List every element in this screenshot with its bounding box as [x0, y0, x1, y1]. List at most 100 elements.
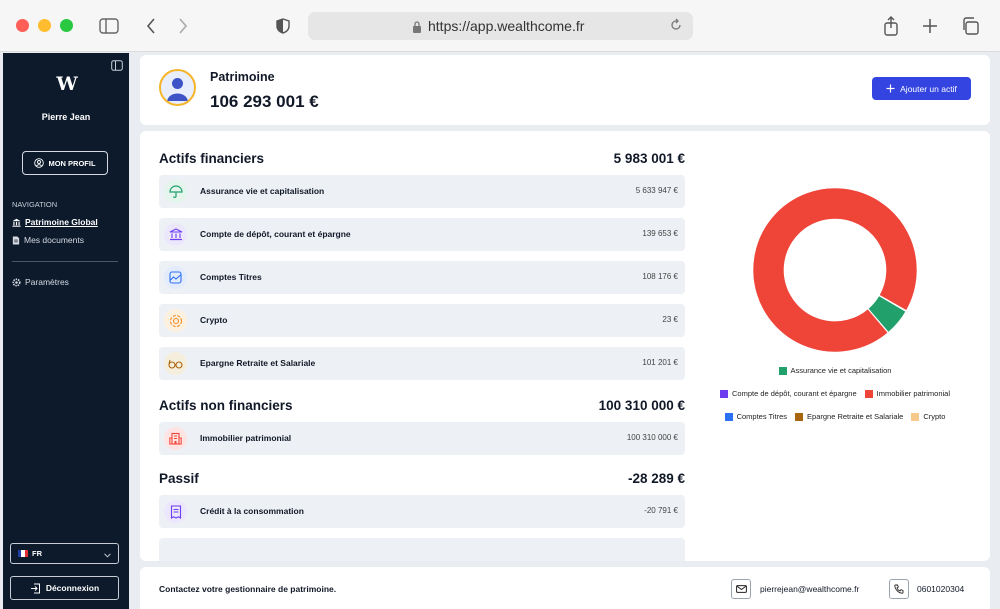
legend-label: Immobilier patrimonial: [876, 389, 951, 398]
nav-divider: [12, 261, 118, 262]
asset-row-value: 101 201 €: [642, 358, 678, 367]
legend-swatch: [864, 389, 873, 398]
address-bar[interactable]: https://app.wealthcome.fr: [308, 12, 693, 40]
lock-icon: [412, 20, 422, 38]
france-flag-icon: [18, 550, 28, 557]
building-icon: [164, 427, 187, 450]
advisor-contact-bar: Contactez votre gestionnaire de patrimoi…: [140, 567, 990, 609]
nav-item-label: Patrimoine Global: [25, 217, 98, 227]
legend-label: Assurance vie et capitalisation: [790, 366, 892, 375]
legend-swatch: [719, 389, 728, 398]
phone-icon[interactable]: [889, 579, 909, 599]
page-title: Patrimoine: [210, 70, 275, 84]
asset-row-label: Assurance vie et capitalisation: [200, 186, 325, 196]
nav-item-mes-documents[interactable]: Mes documents: [12, 235, 84, 245]
assets-panel: Actifs financiers 5 983 001 € Assurance …: [140, 131, 990, 561]
user-name: Pierre Jean: [41, 112, 91, 122]
asset-row-value: 108 176 €: [642, 272, 678, 281]
legend-item[interactable]: Compte de dépôt, courant et épargne: [719, 389, 857, 398]
legend-swatch: [724, 412, 733, 421]
profile-button[interactable]: MON PROFIL: [22, 151, 108, 175]
new-tab-icon[interactable]: [917, 13, 943, 39]
language-select[interactable]: FR: [10, 543, 119, 564]
legend-item[interactable]: Epargne Retraite et Salariale: [795, 412, 903, 421]
sidebar: W Pierre Jean MON PROFIL NAVIGATION Patr…: [3, 53, 129, 609]
financial-assets-total: 5 983 001 €: [613, 151, 685, 166]
logout-label: Déconnexion: [45, 583, 100, 593]
umbrella-icon: [164, 180, 187, 203]
asset-row-label: Epargne Retraite et Salariale: [200, 358, 316, 368]
plus-icon: [886, 84, 895, 93]
add-asset-button[interactable]: Ajouter un actif: [872, 77, 971, 100]
liability-row-label: Crédit à la consommation: [200, 506, 304, 516]
liability-row-credit-consommation[interactable]: Crédit à la consommation -20 791 €: [159, 495, 685, 528]
liability-row-partial[interactable]: [159, 538, 685, 561]
tabs-overview-icon[interactable]: [957, 13, 983, 39]
liabilities-total: -28 289 €: [627, 471, 685, 486]
reload-icon[interactable]: [669, 18, 683, 37]
advisor-email[interactable]: pierrejean@wealthcome.fr: [760, 584, 859, 594]
shield-icon[interactable]: [270, 13, 296, 39]
asset-row-label: Immobilier patrimonial: [200, 433, 292, 443]
asset-row-immobilier[interactable]: Immobilier patrimonial 100 310 000 €: [159, 422, 685, 455]
asset-row-value: 23 €: [662, 315, 678, 324]
page-scrollbar[interactable]: [993, 55, 998, 605]
glasses-icon: [164, 352, 187, 375]
browser-toolbar: https://app.wealthcome.fr: [0, 0, 1000, 52]
nav-item-patrimoine-global[interactable]: Patrimoine Global: [12, 217, 98, 227]
asset-row-crypto[interactable]: Crypto 23 €: [159, 304, 685, 337]
legend-item[interactable]: Comptes Titres: [724, 412, 788, 421]
settings-label: Paramètres: [25, 277, 69, 287]
asset-row-assurance-vie[interactable]: Assurance vie et capitalisation 5 633 94…: [159, 175, 685, 208]
nav-item-parametres[interactable]: Paramètres: [12, 277, 69, 287]
contact-advisor-text: Contactez votre gestionnaire de patrimoi…: [159, 584, 337, 594]
avatar[interactable]: [159, 69, 196, 106]
sidebar-toggle-icon[interactable]: [96, 13, 122, 39]
wealthcome-logo[interactable]: W: [3, 73, 129, 95]
asset-row-epargne-retraite[interactable]: Epargne Retraite et Salariale 101 201 €: [159, 347, 685, 380]
legend-item[interactable]: Immobilier patrimonial: [864, 389, 951, 398]
legend-label: Comptes Titres: [736, 412, 788, 421]
patrimoine-total: 106 293 001 €: [210, 92, 319, 111]
chevron-down-icon: [104, 551, 111, 560]
user-circle-icon: [34, 158, 45, 168]
minimize-window-button[interactable]: [38, 19, 51, 32]
legend-item[interactable]: Assurance vie et capitalisation: [778, 366, 892, 375]
logout-button[interactable]: Déconnexion: [10, 576, 119, 600]
legend-label: Epargne Retraite et Salariale: [807, 412, 904, 421]
legend-label: Crypto: [923, 412, 946, 421]
patrimoine-donut-chart: [752, 187, 918, 353]
asset-row-value: 5 633 947 €: [635, 186, 678, 195]
legend-swatch: [795, 412, 804, 421]
asset-row-compte-depot[interactable]: Compte de dépôt, courant et épargne 139 …: [159, 218, 685, 251]
close-window-button[interactable]: [16, 19, 29, 32]
legend-swatch: [778, 366, 787, 375]
donut-svg: [752, 187, 918, 353]
legend-item[interactable]: Crypto: [911, 412, 945, 421]
financial-assets-title: Actifs financiers: [159, 151, 265, 166]
forward-icon[interactable]: [170, 13, 196, 39]
asset-row-value: 100 310 000 €: [626, 433, 678, 442]
bank-icon: [164, 223, 187, 246]
legend-line: Comptes Titres Epargne Retraite et Salar…: [700, 412, 970, 421]
crypto-icon: [164, 309, 187, 332]
bank-icon: [12, 218, 21, 227]
nav-section-title: NAVIGATION: [12, 200, 58, 209]
share-icon[interactable]: [878, 13, 904, 39]
chart-legend: Assurance vie et capitalisation Compte d…: [700, 366, 970, 435]
back-icon[interactable]: [138, 13, 164, 39]
maximize-window-button[interactable]: [60, 19, 73, 32]
document-icon: [12, 235, 20, 245]
mail-icon[interactable]: [731, 579, 751, 599]
chart-icon: [164, 266, 187, 289]
asset-row-label: Comptes Titres: [200, 272, 262, 282]
asset-row-value: 139 653 €: [642, 229, 678, 238]
legend-swatch: [911, 412, 920, 421]
gear-icon: [12, 277, 21, 287]
advisor-phone[interactable]: 0601020304: [917, 584, 964, 594]
legend-line: Assurance vie et capitalisation: [700, 366, 970, 375]
profile-button-label: MON PROFIL: [48, 158, 96, 168]
asset-row-comptes-titres[interactable]: Comptes Titres 108 176 €: [159, 261, 685, 294]
asset-row-label: Crypto: [200, 315, 228, 325]
add-asset-label: Ajouter un actif: [900, 83, 957, 94]
